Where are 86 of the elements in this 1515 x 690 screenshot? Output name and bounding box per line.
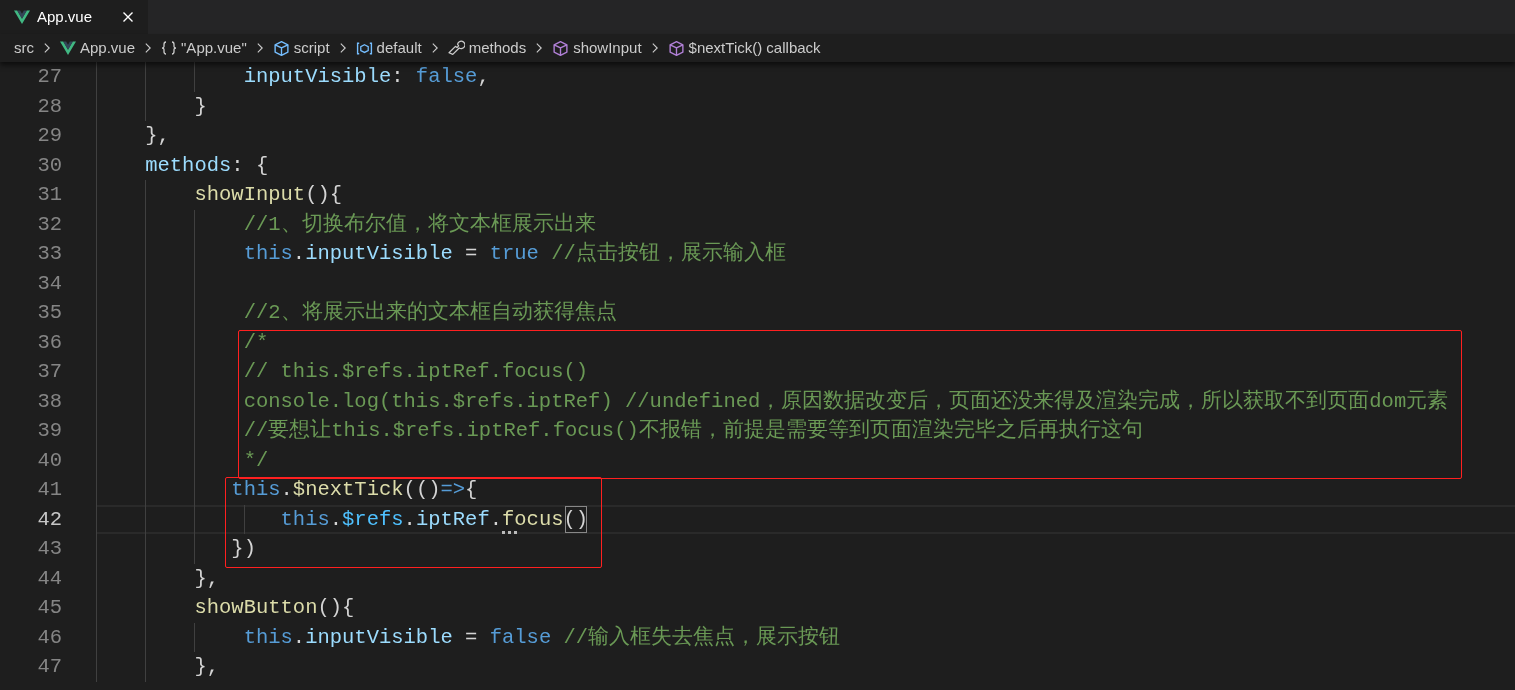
line-number: 42 <box>36 506 62 533</box>
code-comment: */ <box>243 447 269 474</box>
punctuation-token: . <box>292 241 306 267</box>
line-number: 47 <box>36 654 62 680</box>
code-comment: //点击按钮，展示输入框 <box>550 240 786 267</box>
line-number: 31 <box>36 182 62 208</box>
punctuation-token: { <box>465 477 478 503</box>
vue-logo-icon <box>60 40 76 56</box>
bracketed-cube-icon <box>355 39 373 57</box>
keyword-token: true <box>489 241 539 267</box>
keyword-token: => <box>440 477 466 503</box>
punctuation-token: . <box>280 477 293 503</box>
breadcrumb-item[interactable]: script <box>272 36 330 60</box>
code-comment: console.log(this.$refs.iptRef) //undefined，原因数据改变后，页面还没来得及渲染完成，所以获取不到页面dom元素 <box>243 388 1449 415</box>
line-number: 34 <box>36 270 62 297</box>
breadcrumb-item[interactable]: $nextTick() callback <box>667 36 821 60</box>
line-number: 40 <box>36 447 62 474</box>
braces-icon <box>161 40 178 56</box>
line-number: 36 <box>36 329 62 356</box>
line-number: 46 <box>36 624 62 651</box>
code-comment: /* <box>243 329 269 356</box>
line-number: 35 <box>36 300 62 326</box>
property-token: inputVisible <box>305 241 453 267</box>
wrench-icon <box>447 39 465 57</box>
code-comment: //1、切换布尔值，将文本框展示出来 <box>243 211 596 238</box>
punctuation-token: . <box>489 506 502 533</box>
line-number: 28 <box>36 93 62 120</box>
line-number: 41 <box>36 477 62 503</box>
cube-icon <box>272 39 290 57</box>
line-number: 43 <box>36 536 62 562</box>
punctuation-token: = <box>464 241 479 267</box>
breadcrumb-item[interactable]: App.vue <box>60 36 136 60</box>
property-token: methods <box>145 152 232 179</box>
punctuation-token: : <box>391 64 405 90</box>
punctuation-token: : { <box>231 152 269 179</box>
function-token: showInput <box>194 182 306 208</box>
line-number: 45 <box>36 595 62 621</box>
punctuation-token: } <box>194 93 207 120</box>
code-comment: //要想让this.$refs.iptRef.focus()不报错，前提是需要等到页面渲染完毕之后再执行这句 <box>243 417 1143 444</box>
code-comment: //2、将展示出来的文本框自动获得焦点 <box>243 299 617 326</box>
breadcrumb-item[interactable]: methods <box>447 36 527 60</box>
line-number: 27 <box>36 64 62 90</box>
function-token: $nextTick <box>292 477 404 503</box>
punctuation-token: . <box>292 624 306 651</box>
property-token: inputVisible <box>305 624 453 651</box>
keyword-token: this <box>280 506 330 533</box>
line-number: 32 <box>36 211 62 238</box>
function-token: focus <box>502 504 564 534</box>
punctuation-token: , <box>477 64 490 90</box>
cube-icon <box>552 39 570 57</box>
punctuation-token: }, <box>145 123 170 149</box>
punctuation-token: (){ <box>317 595 355 621</box>
punctuation-token: }) <box>231 536 256 562</box>
punctuation-token: . <box>403 506 416 533</box>
punctuation-token: . <box>329 506 343 533</box>
line-number: 30 <box>36 152 62 179</box>
line-number: 38 <box>36 388 62 415</box>
matched-bracket: () <box>563 504 589 534</box>
line-number: 33 <box>36 241 62 267</box>
line-number: 29 <box>36 123 62 149</box>
variable-token: $refs <box>342 506 404 533</box>
keyword-token: false <box>415 64 478 90</box>
keyword-token: this <box>231 477 281 503</box>
editor-tab[interactable]: App.vue <box>0 0 148 34</box>
function-token: showButton <box>194 595 318 621</box>
breadcrumb-item[interactable]: default <box>355 36 422 60</box>
punctuation-token: (() <box>403 477 441 503</box>
code-comment: // this.$refs.iptRef.focus() <box>243 359 589 385</box>
keyword-token: this <box>243 624 293 651</box>
breadcrumb-item[interactable]: src <box>14 36 34 60</box>
keyword-token: this <box>243 241 293 267</box>
code-comment: //输入框失去焦点，展示按钮 <box>562 624 841 651</box>
punctuation-token: (){ <box>305 182 343 208</box>
line-number: 44 <box>36 565 62 592</box>
punctuation-token: = <box>464 624 479 651</box>
breadcrumb-item[interactable]: showInput <box>552 36 642 60</box>
keyword-token: false <box>489 624 552 651</box>
line-number: 37 <box>36 359 62 385</box>
breadcrumb-item[interactable]: "App.vue" <box>161 36 247 60</box>
punctuation-token: }, <box>194 565 220 592</box>
cube-icon <box>667 39 685 57</box>
punctuation-token: }, <box>194 654 220 680</box>
property-token: inputVisible <box>243 64 392 90</box>
property-token: iptRef <box>415 506 490 533</box>
vue-logo-icon <box>14 9 30 25</box>
line-number: 39 <box>36 418 62 444</box>
